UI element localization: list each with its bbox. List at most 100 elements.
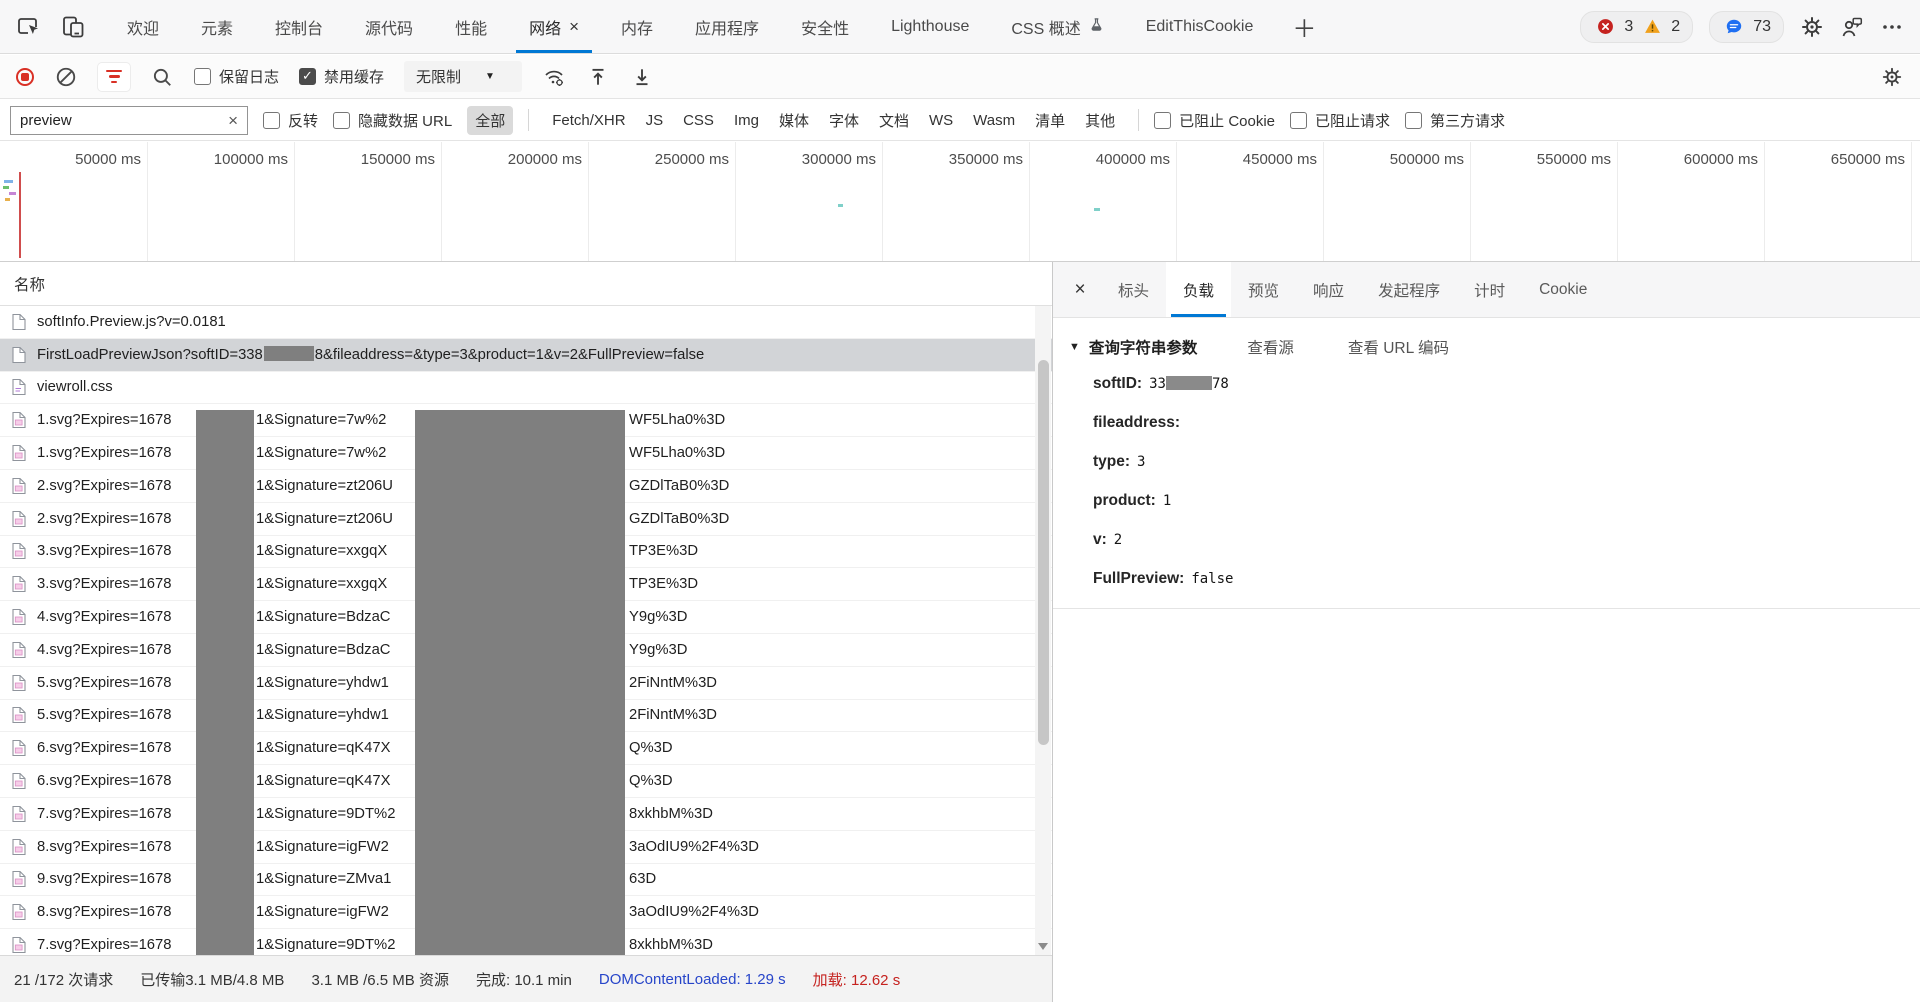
- filter-chip-font[interactable]: 字体: [821, 106, 867, 135]
- view-source-link[interactable]: 查看源: [1247, 336, 1294, 358]
- main-tab-console[interactable]: 控制台: [254, 0, 344, 53]
- disable-cache-control[interactable]: 禁用缓存: [299, 66, 384, 87]
- image-file-icon: [12, 740, 26, 757]
- invert-control[interactable]: 反转: [263, 110, 318, 131]
- scrollbar-down-arrow-icon[interactable]: [1038, 943, 1048, 950]
- scrollbar-thumb[interactable]: [1038, 360, 1049, 745]
- request-row[interactable]: FirstLoadPreviewJson?softID=3388&fileadd…: [0, 339, 1052, 372]
- main-tab-editthiscookie[interactable]: EditThisCookie: [1125, 0, 1275, 53]
- inspect-element-icon[interactable]: [14, 12, 44, 42]
- blocked-requests-checkbox[interactable]: [1290, 112, 1307, 129]
- close-details-icon[interactable]: ×: [1059, 262, 1101, 317]
- main-tab-welcome[interactable]: 欢迎: [106, 0, 180, 53]
- filter-chip-other[interactable]: 其他: [1077, 106, 1123, 135]
- blocked-requests-label: 已阻止请求: [1315, 110, 1390, 131]
- details-tab-headers[interactable]: 标头: [1101, 262, 1166, 317]
- preserve-log-checkbox[interactable]: [194, 68, 211, 85]
- main-tab-security[interactable]: 安全性: [780, 0, 870, 53]
- clear-filter-icon[interactable]: ×: [228, 112, 238, 129]
- third-party-control[interactable]: 第三方请求: [1405, 110, 1505, 131]
- clear-network-log-icon[interactable]: [54, 65, 78, 89]
- network-conditions-icon[interactable]: [542, 65, 566, 89]
- search-icon[interactable]: [150, 65, 174, 89]
- details-tabbar: × 标头负载预览响应发起程序计时Cookie: [1053, 262, 1920, 318]
- settings-gear-icon[interactable]: [1800, 15, 1824, 39]
- resource-type-chips: Fetch/XHRJSCSSImg媒体字体文档WSWasm清单其他: [544, 106, 1123, 135]
- disable-cache-checkbox[interactable]: [299, 68, 316, 85]
- request-name-prefix: 9.svg?Expires=1678: [37, 871, 172, 887]
- image-file-icon: [12, 773, 26, 790]
- main-tab-sources[interactable]: 源代码: [344, 0, 434, 53]
- request-name-signature: 1&Signature=ZMva1: [256, 871, 391, 887]
- scrollbar[interactable]: [1035, 306, 1051, 955]
- export-har-icon[interactable]: [630, 65, 654, 89]
- details-tab-preview[interactable]: 预览: [1231, 262, 1296, 317]
- invert-checkbox[interactable]: [263, 112, 280, 129]
- query-param-row: FullPreview:false: [1093, 569, 1920, 589]
- blocked-cookies-control[interactable]: 已阻止 Cookie: [1154, 110, 1275, 131]
- collapse-caret-icon[interactable]: ▼: [1069, 341, 1080, 353]
- filter-input[interactable]: [20, 112, 228, 129]
- filter-chip-ws[interactable]: WS: [921, 108, 961, 133]
- image-file-icon: [12, 445, 26, 462]
- query-param-row: fileaddress:: [1093, 413, 1920, 433]
- query-param-row: product:1: [1093, 491, 1920, 511]
- close-network-tab-icon[interactable]: ×: [569, 18, 579, 35]
- device-toolbar-icon[interactable]: [58, 12, 88, 42]
- timeline-tick-label: 150000 ms: [291, 151, 435, 168]
- details-tab-timing[interactable]: 计时: [1457, 262, 1522, 317]
- main-tab-css-overview[interactable]: CSS 概述: [990, 0, 1124, 53]
- hide-data-urls-checkbox[interactable]: [333, 112, 350, 129]
- filter-chip-js[interactable]: JS: [638, 108, 672, 133]
- issues-badge[interactable]: 3 2: [1580, 11, 1693, 43]
- request-row[interactable]: viewroll.css: [0, 372, 1052, 405]
- filter-chip-img[interactable]: Img: [726, 108, 767, 133]
- query-param-row: softID:3378: [1093, 374, 1920, 394]
- view-url-encoded-link[interactable]: 查看 URL 编码: [1348, 336, 1449, 358]
- warning-icon: [1640, 15, 1664, 39]
- third-party-checkbox[interactable]: [1405, 112, 1422, 129]
- details-tab-response[interactable]: 响应: [1296, 262, 1361, 317]
- import-har-icon[interactable]: [586, 65, 610, 89]
- main-tab-label: 欢迎: [127, 15, 159, 39]
- details-tab-payload[interactable]: 负载: [1166, 262, 1231, 317]
- warning-count: 2: [1671, 18, 1680, 36]
- timeline-tick-label: 100000 ms: [144, 151, 288, 168]
- filter-chip-doc[interactable]: 文档: [871, 106, 917, 135]
- main-tab-performance[interactable]: 性能: [434, 0, 508, 53]
- preserve-log-control[interactable]: 保留日志: [194, 66, 279, 87]
- network-overview-timeline[interactable]: 50000 ms100000 ms150000 ms200000 ms25000…: [0, 142, 1920, 262]
- feedback-person-icon[interactable]: [1840, 15, 1864, 39]
- blocked-requests-control[interactable]: 已阻止请求: [1290, 110, 1390, 131]
- image-file-icon: [12, 838, 26, 855]
- details-tab-cookies[interactable]: Cookie: [1522, 262, 1604, 317]
- network-settings-gear-icon[interactable]: [1880, 65, 1904, 89]
- filter-toggle-icon[interactable]: [98, 63, 130, 91]
- filter-chip-fetch-xhr[interactable]: Fetch/XHR: [544, 108, 633, 133]
- blocked-cookies-checkbox[interactable]: [1154, 112, 1171, 129]
- filter-chip-media[interactable]: 媒体: [771, 106, 817, 135]
- main-tab-lighthouse[interactable]: Lighthouse: [870, 0, 990, 53]
- feedback-badge[interactable]: 73: [1709, 11, 1784, 43]
- image-file-icon: [12, 707, 26, 724]
- filter-input-box[interactable]: ×: [10, 106, 248, 135]
- main-tab-elements[interactable]: 元素: [180, 0, 254, 53]
- more-options-icon[interactable]: [1880, 15, 1904, 39]
- main-tab-label: EditThisCookie: [1146, 18, 1254, 36]
- filter-chip-manifest[interactable]: 清单: [1027, 106, 1073, 135]
- throttling-dropdown[interactable]: 无限制 ▼: [404, 61, 522, 92]
- filter-chip-css[interactable]: CSS: [675, 108, 722, 133]
- request-row[interactable]: softInfo.Preview.js?v=0.0181: [0, 306, 1052, 339]
- main-tab-memory[interactable]: 内存: [600, 0, 674, 53]
- main-tab-network[interactable]: 网络×: [508, 0, 600, 53]
- request-name-prefix: 2.svg?Expires=1678: [37, 511, 172, 527]
- name-column-header[interactable]: 名称: [0, 262, 1052, 306]
- main-tab-application[interactable]: 应用程序: [674, 0, 780, 53]
- more-tools-button[interactable]: ＋: [1274, 9, 1334, 44]
- hide-data-urls-control[interactable]: 隐藏数据 URL: [333, 110, 452, 131]
- filter-chip-wasm[interactable]: Wasm: [965, 108, 1023, 133]
- record-network-log-button[interactable]: [16, 68, 34, 86]
- image-file-icon: [12, 937, 26, 954]
- filter-chip-all[interactable]: 全部: [467, 106, 513, 135]
- details-tab-initiator[interactable]: 发起程序: [1361, 262, 1457, 317]
